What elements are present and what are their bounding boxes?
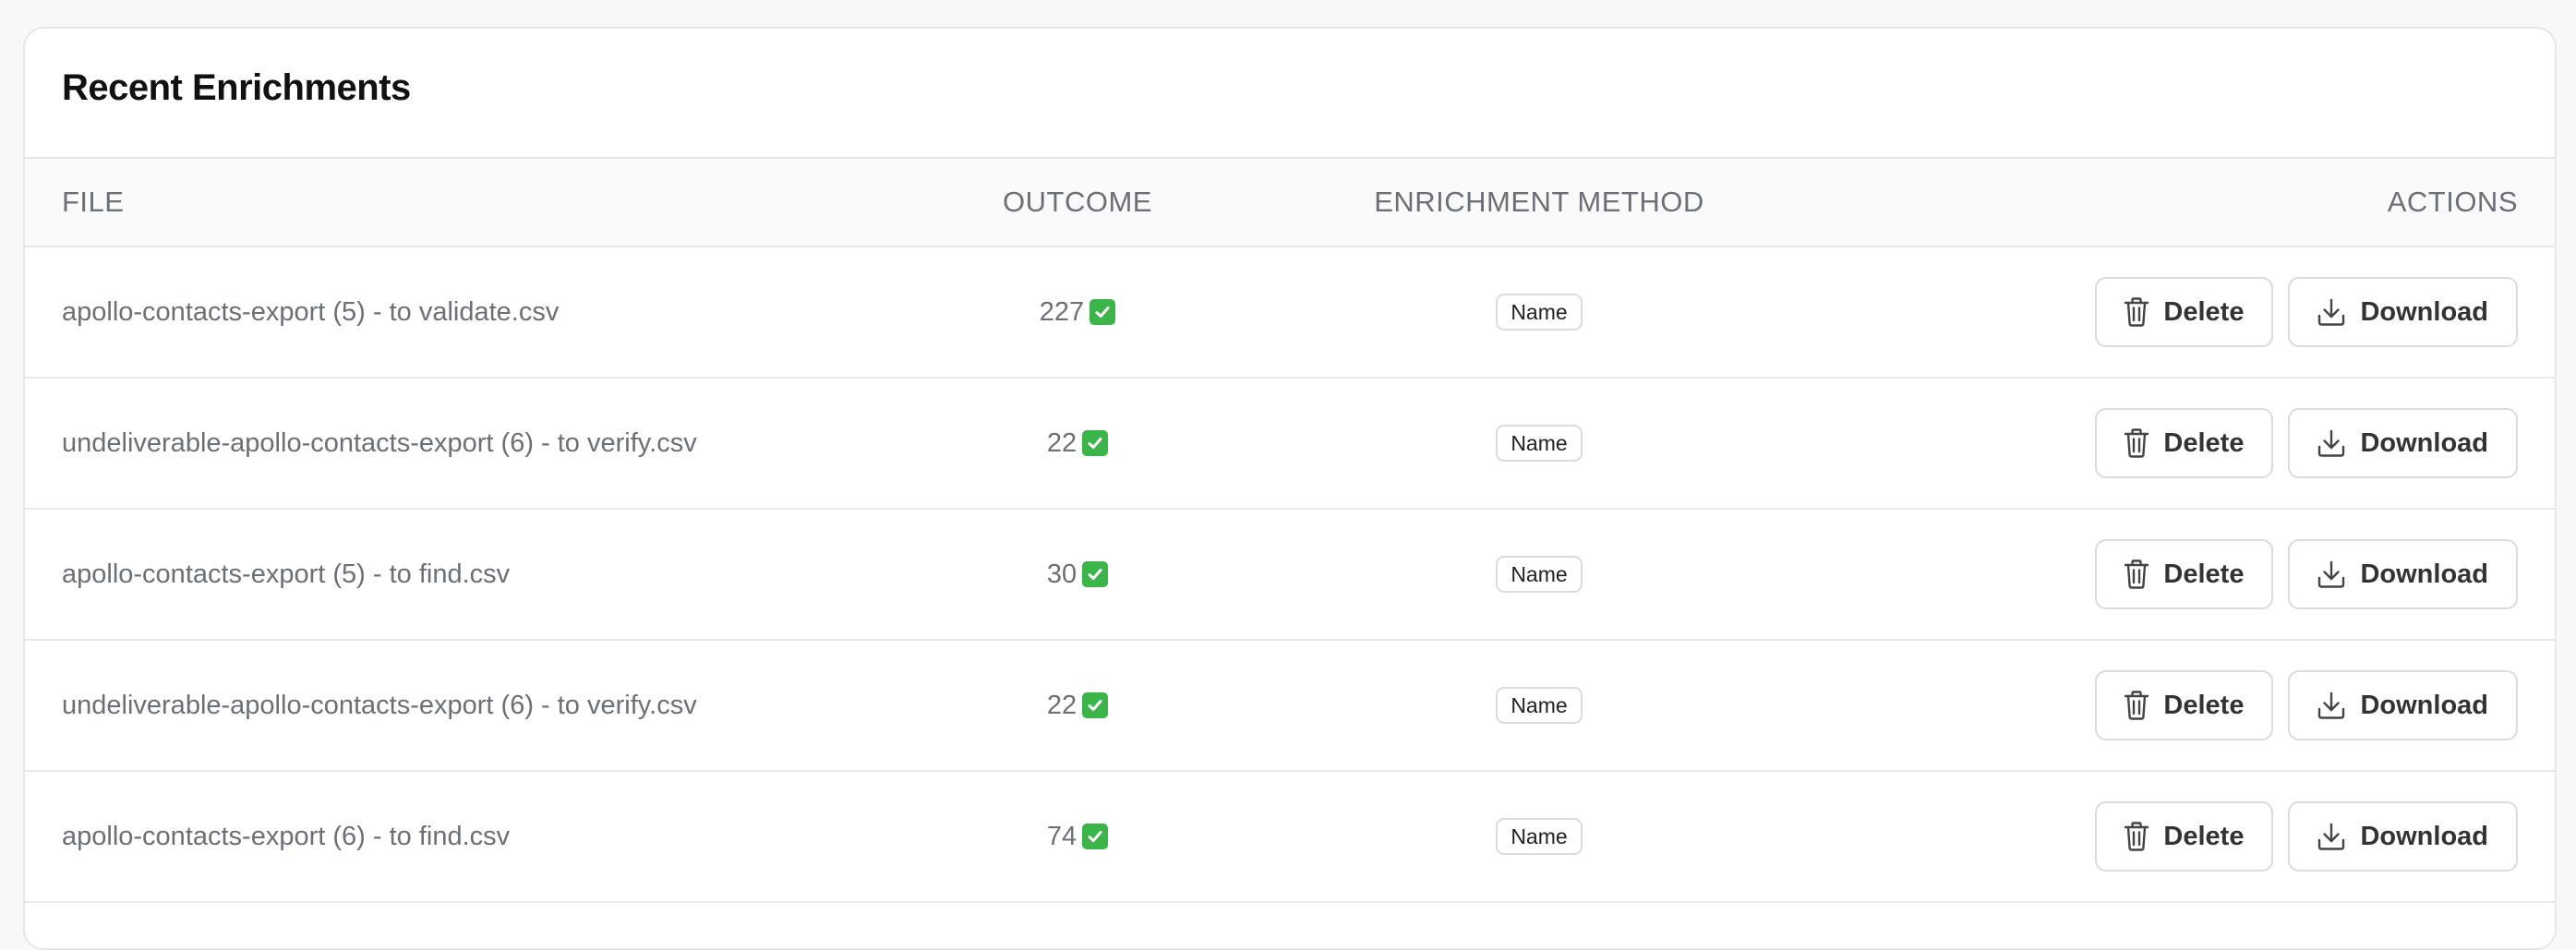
check-mark-button-icon [1082, 430, 1109, 456]
column-header-outcome: OUTCOME [1003, 186, 1152, 218]
check-mark-button-icon [1082, 824, 1109, 849]
trash-icon [2123, 296, 2150, 328]
download-label: Download [2360, 690, 2488, 720]
delete-button[interactable]: Delete [2095, 539, 2274, 609]
outcome-cell: 22 [985, 641, 1170, 770]
download-label: Download [2360, 559, 2488, 589]
table-body: apollo-contacts-export (5) - to validate… [25, 247, 2555, 903]
recent-enrichments-card: Recent Enrichments FILE OUTCOME ENRICHME… [23, 27, 2557, 950]
column-header-enrichment-method: ENRICHMENT METHOD [1374, 186, 1704, 218]
file-name: apollo-contacts-export (6) - to find.csv [62, 821, 511, 851]
file-name: apollo-contacts-export (5) - to find.csv [62, 559, 511, 589]
download-button[interactable]: Download [2288, 670, 2518, 740]
download-label: Download [2360, 296, 2488, 327]
file-name: apollo-contacts-export (5) - to validate… [62, 296, 560, 327]
download-icon [2316, 690, 2347, 721]
download-button[interactable]: Download [2288, 539, 2518, 609]
download-icon [2316, 427, 2347, 459]
enrichment-method-badge: Name [1496, 818, 1583, 855]
actions-cell: Delete Download [2095, 772, 2518, 901]
actions-cell: Delete Download [2095, 247, 2518, 377]
enrichment-method-badge: Name [1496, 556, 1583, 593]
delete-button[interactable]: Delete [2095, 408, 2274, 478]
column-header-actions: ACTIONS [2387, 186, 2518, 218]
trash-icon [2123, 690, 2150, 721]
outcome-count: 22 [1046, 690, 1077, 720]
check-mark-button-icon [1082, 561, 1109, 587]
file-name: undeliverable-apollo-contacts-export (6)… [62, 690, 697, 720]
trash-icon [2123, 559, 2150, 590]
table-row: undeliverable-apollo-contacts-export (6)… [25, 379, 2555, 510]
download-icon [2316, 559, 2347, 590]
trash-icon [2123, 427, 2150, 459]
delete-button[interactable]: Delete [2095, 277, 2274, 347]
outcome-cell: 22 [985, 379, 1170, 508]
download-button[interactable]: Download [2288, 408, 2518, 478]
table-row: apollo-contacts-export (6) - to find.csv… [25, 772, 2555, 903]
outcome-cell: 30 [985, 510, 1170, 639]
delete-button[interactable]: Delete [2095, 801, 2274, 872]
check-mark-button-icon [1082, 692, 1109, 718]
column-header-file: FILE [62, 186, 125, 218]
card-title: Recent Enrichments [62, 67, 411, 108]
outcome-count: 22 [1046, 427, 1077, 458]
outcome-cell: 227 [985, 247, 1170, 377]
delete-label: Delete [2163, 427, 2245, 458]
outcome-count: 227 [1039, 296, 1085, 327]
delete-label: Delete [2163, 296, 2245, 327]
actions-cell: Delete Download [2095, 379, 2518, 508]
delete-label: Delete [2163, 690, 2245, 720]
delete-button[interactable]: Delete [2095, 670, 2274, 740]
trash-icon [2123, 821, 2150, 852]
download-button[interactable]: Download [2288, 801, 2518, 872]
enrichment-method-badge: Name [1496, 425, 1583, 462]
enrichment-method-badge: Name [1496, 294, 1583, 331]
download-icon [2316, 296, 2347, 328]
actions-cell: Delete Download [2095, 641, 2518, 770]
table-row: apollo-contacts-export (5) - to validate… [25, 247, 2555, 379]
table-row: apollo-contacts-export (5) - to find.csv… [25, 510, 2555, 641]
download-label: Download [2360, 427, 2488, 458]
enrichment-method-badge: Name [1496, 687, 1583, 724]
outcome-count: 74 [1046, 821, 1077, 851]
method-cell: Name [1354, 379, 1724, 508]
file-name: undeliverable-apollo-contacts-export (6)… [62, 427, 697, 458]
outcome-cell: 74 [985, 772, 1170, 901]
method-cell: Name [1354, 510, 1724, 639]
table-row: undeliverable-apollo-contacts-export (6)… [25, 641, 2555, 772]
method-cell: Name [1354, 641, 1724, 770]
download-label: Download [2360, 821, 2488, 851]
table-header: FILE OUTCOME ENRICHMENT METHOD ACTIONS [25, 157, 2555, 247]
outcome-count: 30 [1046, 559, 1077, 589]
method-cell: Name [1354, 772, 1724, 901]
delete-label: Delete [2163, 559, 2245, 589]
delete-label: Delete [2163, 821, 2245, 851]
check-mark-button-icon [1089, 299, 1116, 325]
actions-cell: Delete Download [2095, 510, 2518, 639]
download-button[interactable]: Download [2288, 277, 2518, 347]
download-icon [2316, 821, 2347, 852]
method-cell: Name [1354, 247, 1724, 377]
